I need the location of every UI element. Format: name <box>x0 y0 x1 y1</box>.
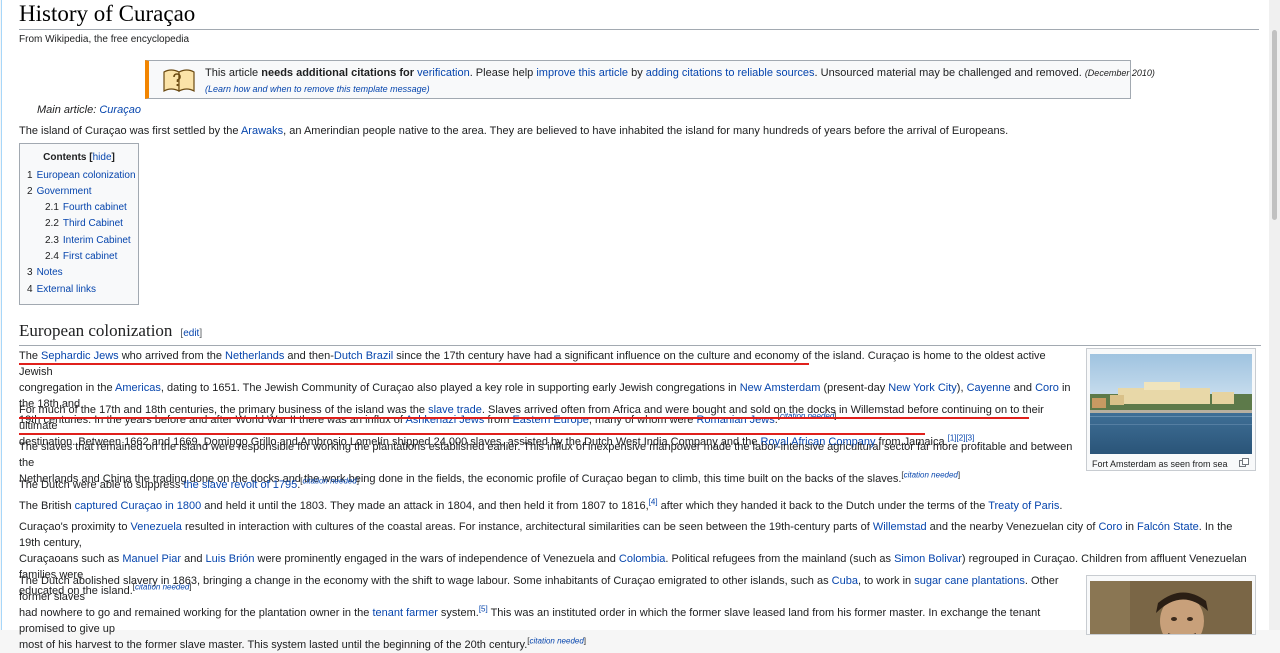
scrollbar-thumb[interactable] <box>1272 30 1277 220</box>
toc-title: Contents [hide] <box>43 152 115 163</box>
sugar-cane-plantations-link[interactable]: sugar cane plantations <box>914 575 1025 587</box>
site-subtitle: From Wikipedia, the free encyclopedia <box>19 34 190 45</box>
falcon-state-link[interactable]: Falcón State <box>1137 521 1199 533</box>
cayenne-link[interactable]: Cayenne <box>967 382 1011 394</box>
slave-trade-link[interactable]: slave trade <box>428 404 482 416</box>
main-article-hatnote: Main article: Curaçao <box>37 104 141 116</box>
learn-remove-template-link[interactable]: (Learn how and when to remove this templ… <box>205 84 430 94</box>
manuel-piar-link[interactable]: Manuel Piar <box>122 553 181 565</box>
toc-hide-toggle[interactable]: hide <box>93 152 112 163</box>
sephardic-jews-link[interactable]: Sephardic Jews <box>41 350 119 362</box>
new-amsterdam-link[interactable]: New Amsterdam <box>740 382 821 394</box>
reference-link[interactable]: [5] <box>479 604 488 613</box>
table-of-contents: Contents [hide] 1 European colonization 2… <box>19 143 139 305</box>
notice-date: (December 2010) <box>1084 68 1155 78</box>
toc-item[interactable]: 2 Government <box>27 186 92 197</box>
main-article-link[interactable]: Curaçao <box>99 104 141 116</box>
reference-link[interactable]: [4] <box>649 497 658 506</box>
book-question-icon <box>163 69 195 93</box>
citation-needed-link[interactable]: citation needed <box>303 476 357 485</box>
annotation-underline <box>19 433 925 435</box>
annotation-underline <box>19 417 1029 419</box>
tenant-farmer-link[interactable]: tenant farmer <box>372 607 437 619</box>
toc-item[interactable]: 2.3 Interim Cabinet <box>45 235 131 246</box>
slave-revolt-link[interactable]: the slave revolt of 1795 <box>183 479 297 491</box>
paragraph-abolition: The Dutch abolished slavery in 1863, bri… <box>19 575 1059 651</box>
adding-citations-link[interactable]: adding citations to reliable sources <box>646 67 815 79</box>
improve-article-link[interactable]: improve this article <box>536 67 628 79</box>
toc-item[interactable]: 3 Notes <box>27 267 63 278</box>
cuba-link[interactable]: Cuba <box>832 575 858 587</box>
willemstad-link[interactable]: Willemstad <box>873 521 927 533</box>
thumbnail-portrait <box>1086 575 1256 635</box>
luis-brion-link[interactable]: Luis Brión <box>206 553 255 565</box>
page-title: History of Curaçao <box>19 0 1259 30</box>
verification-link[interactable]: verification <box>417 67 470 79</box>
thumbnail-caption: Fort Amsterdam as seen from sea <box>1092 459 1228 469</box>
fort-amsterdam-image[interactable] <box>1090 354 1252 454</box>
new-york-city-link[interactable]: New York City <box>888 382 956 394</box>
notice-text: This article needs additional citations … <box>205 67 1155 79</box>
thumbnail-fort-amsterdam: Fort Amsterdam as seen from sea <box>1086 348 1256 471</box>
simon-bolivar-link[interactable]: Simon Bolivar <box>894 553 962 565</box>
citation-notice-box: This article needs additional citations … <box>145 60 1155 99</box>
page-scrollbar[interactable] <box>1269 0 1280 630</box>
toc-item[interactable]: 2.4 First cabinet <box>45 251 117 262</box>
section-edit-link[interactable]: edit <box>183 328 199 339</box>
citation-needed-link[interactable]: citation needed <box>530 636 584 645</box>
annotation-underline <box>19 363 809 365</box>
dutch-brazil-link[interactable]: Dutch Brazil <box>334 350 393 362</box>
netherlands-link[interactable]: Netherlands <box>225 350 284 362</box>
section-heading: European colonization [edit] <box>19 321 1261 346</box>
enlarge-icon[interactable] <box>1239 458 1249 467</box>
toc-item[interactable]: 4 External links <box>27 284 96 295</box>
toc-item[interactable]: 1 European colonization <box>27 170 136 181</box>
americas-link[interactable]: Americas <box>115 382 161 394</box>
paragraph-british: The British captured Curaçao in 1800 and… <box>19 497 1063 512</box>
intro-paragraph: The island of Curaçao was first settled … <box>19 125 1009 137</box>
venezuela-link[interactable]: Venezuela <box>131 521 182 533</box>
colombia-link[interactable]: Colombia <box>619 553 665 565</box>
captured-curacao-link[interactable]: captured Curaçao in 1800 <box>75 500 202 512</box>
toc-item[interactable]: 2.1 Fourth cabinet <box>45 202 127 213</box>
section-edit: [edit] <box>180 328 203 339</box>
arawaks-link[interactable]: Arawaks <box>241 125 283 137</box>
paragraph-slave-revolt: The Dutch were able to suppress the slav… <box>19 476 360 491</box>
coro-link[interactable]: Coro <box>1098 521 1122 533</box>
portrait-image[interactable] <box>1090 581 1252 635</box>
article-content: History of Curaçao From Wikipedia, the f… <box>1 0 1269 651</box>
coro-link[interactable]: Coro <box>1035 382 1059 394</box>
treaty-of-paris-link[interactable]: Treaty of Paris <box>988 500 1059 512</box>
toc-item[interactable]: 2.2 Third Cabinet <box>45 218 123 229</box>
